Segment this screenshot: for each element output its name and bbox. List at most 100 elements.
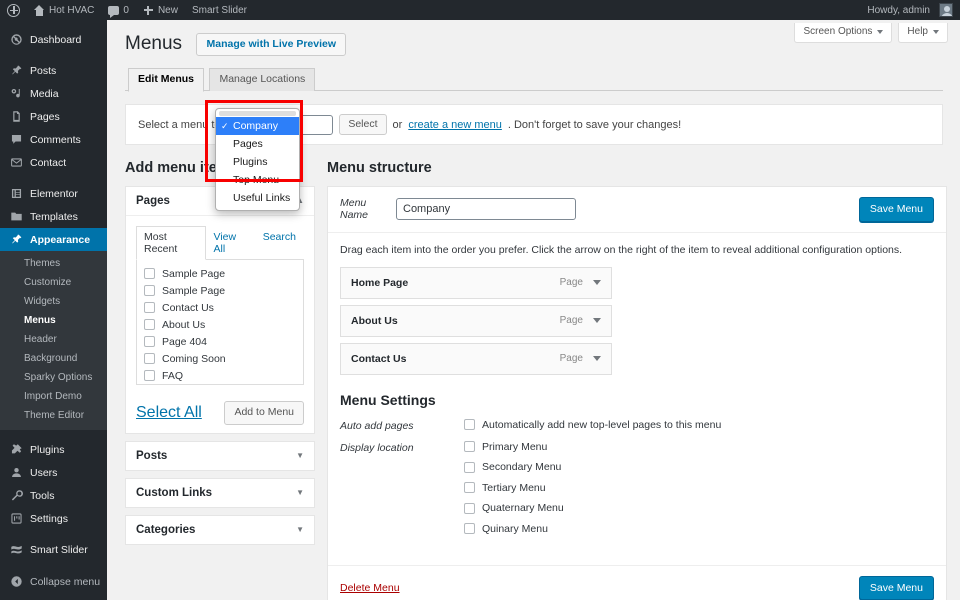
sidebar-item-comments[interactable]: Comments bbox=[0, 128, 107, 151]
sidebar-item-settings[interactable]: Settings bbox=[0, 507, 107, 530]
sidebar-item-smart-slider[interactable]: Smart Slider bbox=[0, 538, 107, 561]
dropdown-option-pages[interactable]: Pages bbox=[216, 135, 299, 153]
page-checkbox[interactable] bbox=[144, 336, 155, 347]
page-checkbox[interactable] bbox=[144, 302, 155, 313]
list-item[interactable]: Sample Page bbox=[144, 265, 296, 282]
list-item[interactable]: Portfolio bbox=[144, 384, 296, 385]
chevron-down-icon[interactable] bbox=[593, 280, 601, 286]
sidebar-subitem-sparky-options[interactable]: Sparky Options bbox=[0, 368, 107, 387]
screen-options-button[interactable]: Screen Options bbox=[794, 23, 893, 43]
auto-add-checkbox[interactable] bbox=[464, 419, 475, 431]
site-name-menu[interactable]: Hot HVAC bbox=[27, 0, 101, 20]
list-item[interactable]: Page 404 bbox=[144, 333, 296, 350]
auto-add-option[interactable]: Automatically add new top-level pages to… bbox=[464, 419, 721, 431]
location-option-quaternary[interactable]: Quaternary Menu bbox=[464, 502, 564, 514]
sidebar-item-pages[interactable]: Pages bbox=[0, 105, 107, 128]
save-menu-button-bottom[interactable]: Save Menu bbox=[858, 575, 934, 600]
manage-with-live-preview-button[interactable]: Manage with Live Preview bbox=[196, 33, 347, 56]
list-item[interactable]: Sample Page bbox=[144, 282, 296, 299]
list-item[interactable]: Contact Us bbox=[144, 299, 296, 316]
sidebar-item-plugins[interactable]: Plugins bbox=[0, 438, 107, 461]
dropdown-option-top-menu[interactable]: Top Menu bbox=[216, 171, 299, 189]
page-label: Sample Page bbox=[162, 284, 226, 297]
location-checkbox[interactable] bbox=[464, 523, 475, 535]
comments-bubble[interactable]: 0 bbox=[101, 0, 136, 20]
chevron-down-icon[interactable]: ▼ bbox=[296, 488, 304, 497]
menu-item-row[interactable]: Home Page Page bbox=[340, 266, 612, 299]
menu-item-row[interactable]: About Us Page bbox=[340, 304, 612, 337]
menu-name-input[interactable] bbox=[396, 198, 576, 221]
sidebar-item-users[interactable]: Users bbox=[0, 461, 107, 484]
page-checkbox[interactable] bbox=[144, 370, 155, 381]
sidebar-item-posts[interactable]: Posts bbox=[0, 59, 107, 82]
tab-view-all[interactable]: View All bbox=[206, 226, 255, 260]
page-checkbox[interactable] bbox=[144, 353, 155, 364]
location-checkbox[interactable] bbox=[464, 441, 475, 453]
chevron-down-icon[interactable]: ▼ bbox=[296, 451, 304, 460]
collapse-menu-button[interactable]: Collapse menu bbox=[0, 570, 107, 593]
posts-metabox-header[interactable]: Posts ▼ bbox=[126, 442, 314, 470]
location-checkbox[interactable] bbox=[464, 461, 475, 473]
sidebar-subitem-customize[interactable]: Customize bbox=[0, 273, 107, 292]
add-to-menu-button[interactable]: Add to Menu bbox=[224, 401, 304, 425]
sidebar-item-elementor[interactable]: Elementor bbox=[0, 182, 107, 205]
sidebar-subitem-widgets[interactable]: Widgets bbox=[0, 292, 107, 311]
select-all-link[interactable]: Select All bbox=[136, 404, 202, 422]
sidebar-subitem-menus[interactable]: Menus bbox=[0, 311, 107, 330]
save-menu-button-top[interactable]: Save Menu bbox=[858, 197, 934, 222]
chevron-down-icon[interactable] bbox=[593, 356, 601, 362]
location-checkbox[interactable] bbox=[464, 502, 475, 514]
list-item[interactable]: FAQ bbox=[144, 367, 296, 384]
sidebar-subitem-import-demo[interactable]: Import Demo bbox=[0, 387, 107, 406]
smart-slider-menu[interactable]: Smart Slider bbox=[185, 0, 254, 20]
location-option-quinary[interactable]: Quinary Menu bbox=[464, 523, 564, 535]
location-option-secondary[interactable]: Secondary Menu bbox=[464, 461, 564, 473]
list-item[interactable]: About Us bbox=[144, 316, 296, 333]
sidebar-item-label: Plugins bbox=[30, 443, 65, 456]
sidebar-item-dashboard[interactable]: Dashboard bbox=[0, 28, 107, 51]
sidebar-item-media[interactable]: Media bbox=[0, 82, 107, 105]
sidebar-item-templates[interactable]: Templates bbox=[0, 205, 107, 228]
page-label: FAQ bbox=[162, 369, 184, 382]
page-checkbox[interactable] bbox=[144, 319, 155, 330]
sidebar-item-label: Dashboard bbox=[30, 33, 82, 46]
sidebar-subitem-background[interactable]: Background bbox=[0, 349, 107, 368]
envelope-icon bbox=[9, 156, 23, 170]
tab-search[interactable]: Search bbox=[255, 226, 304, 260]
sidebar-item-tools[interactable]: Tools bbox=[0, 484, 107, 507]
plug-icon bbox=[9, 443, 23, 457]
chevron-down-icon[interactable] bbox=[593, 318, 601, 324]
auto-add-pages-label: Auto add pages bbox=[340, 419, 414, 432]
sidebar-item-contact[interactable]: Contact bbox=[0, 151, 107, 174]
location-option-primary[interactable]: Primary Menu bbox=[464, 441, 564, 453]
my-account-menu[interactable]: Howdy, admin bbox=[860, 0, 960, 20]
menu-select-dropdown-list[interactable]: Company Pages Plugins Top Menu Useful Li… bbox=[215, 108, 300, 211]
dropdown-option-useful-links[interactable]: Useful Links bbox=[216, 189, 299, 207]
page-checkbox[interactable] bbox=[144, 285, 155, 296]
custom-links-metabox-header[interactable]: Custom Links ▼ bbox=[126, 479, 314, 507]
wp-logo-menu[interactable] bbox=[0, 0, 27, 20]
sidebar-subitem-themes[interactable]: Themes bbox=[0, 254, 107, 273]
chevron-down-icon[interactable]: ▼ bbox=[296, 525, 304, 534]
dropdown-option-plugins[interactable]: Plugins bbox=[216, 153, 299, 171]
pages-checkbox-list[interactable]: Sample Page Sample Page Contact Us About… bbox=[136, 260, 304, 385]
select-submit-button[interactable]: Select bbox=[339, 113, 387, 136]
sidebar-subitem-theme-editor[interactable]: Theme Editor bbox=[0, 406, 107, 425]
sidebar-subitem-header[interactable]: Header bbox=[0, 330, 107, 349]
list-item[interactable]: Coming Soon bbox=[144, 350, 296, 367]
new-content-menu[interactable]: New bbox=[136, 0, 185, 20]
location-checkbox[interactable] bbox=[464, 482, 475, 494]
location-option-tertiary[interactable]: Tertiary Menu bbox=[464, 482, 564, 494]
delete-menu-link[interactable]: Delete Menu bbox=[340, 582, 400, 594]
tab-edit-menus[interactable]: Edit Menus bbox=[128, 67, 205, 93]
tab-manage-locations[interactable]: Manage Locations bbox=[209, 67, 316, 92]
create-new-menu-link[interactable]: create a new menu bbox=[408, 119, 502, 131]
page-checkbox[interactable] bbox=[144, 268, 155, 279]
comment-icon bbox=[108, 5, 120, 18]
dropdown-option-company[interactable]: Company bbox=[216, 117, 299, 135]
help-button[interactable]: Help bbox=[898, 23, 948, 43]
categories-metabox-header[interactable]: Categories ▼ bbox=[126, 516, 314, 544]
tab-most-recent[interactable]: Most Recent bbox=[136, 226, 206, 260]
sidebar-item-appearance[interactable]: Appearance bbox=[0, 228, 114, 251]
menu-item-row[interactable]: Contact Us Page bbox=[340, 342, 612, 375]
